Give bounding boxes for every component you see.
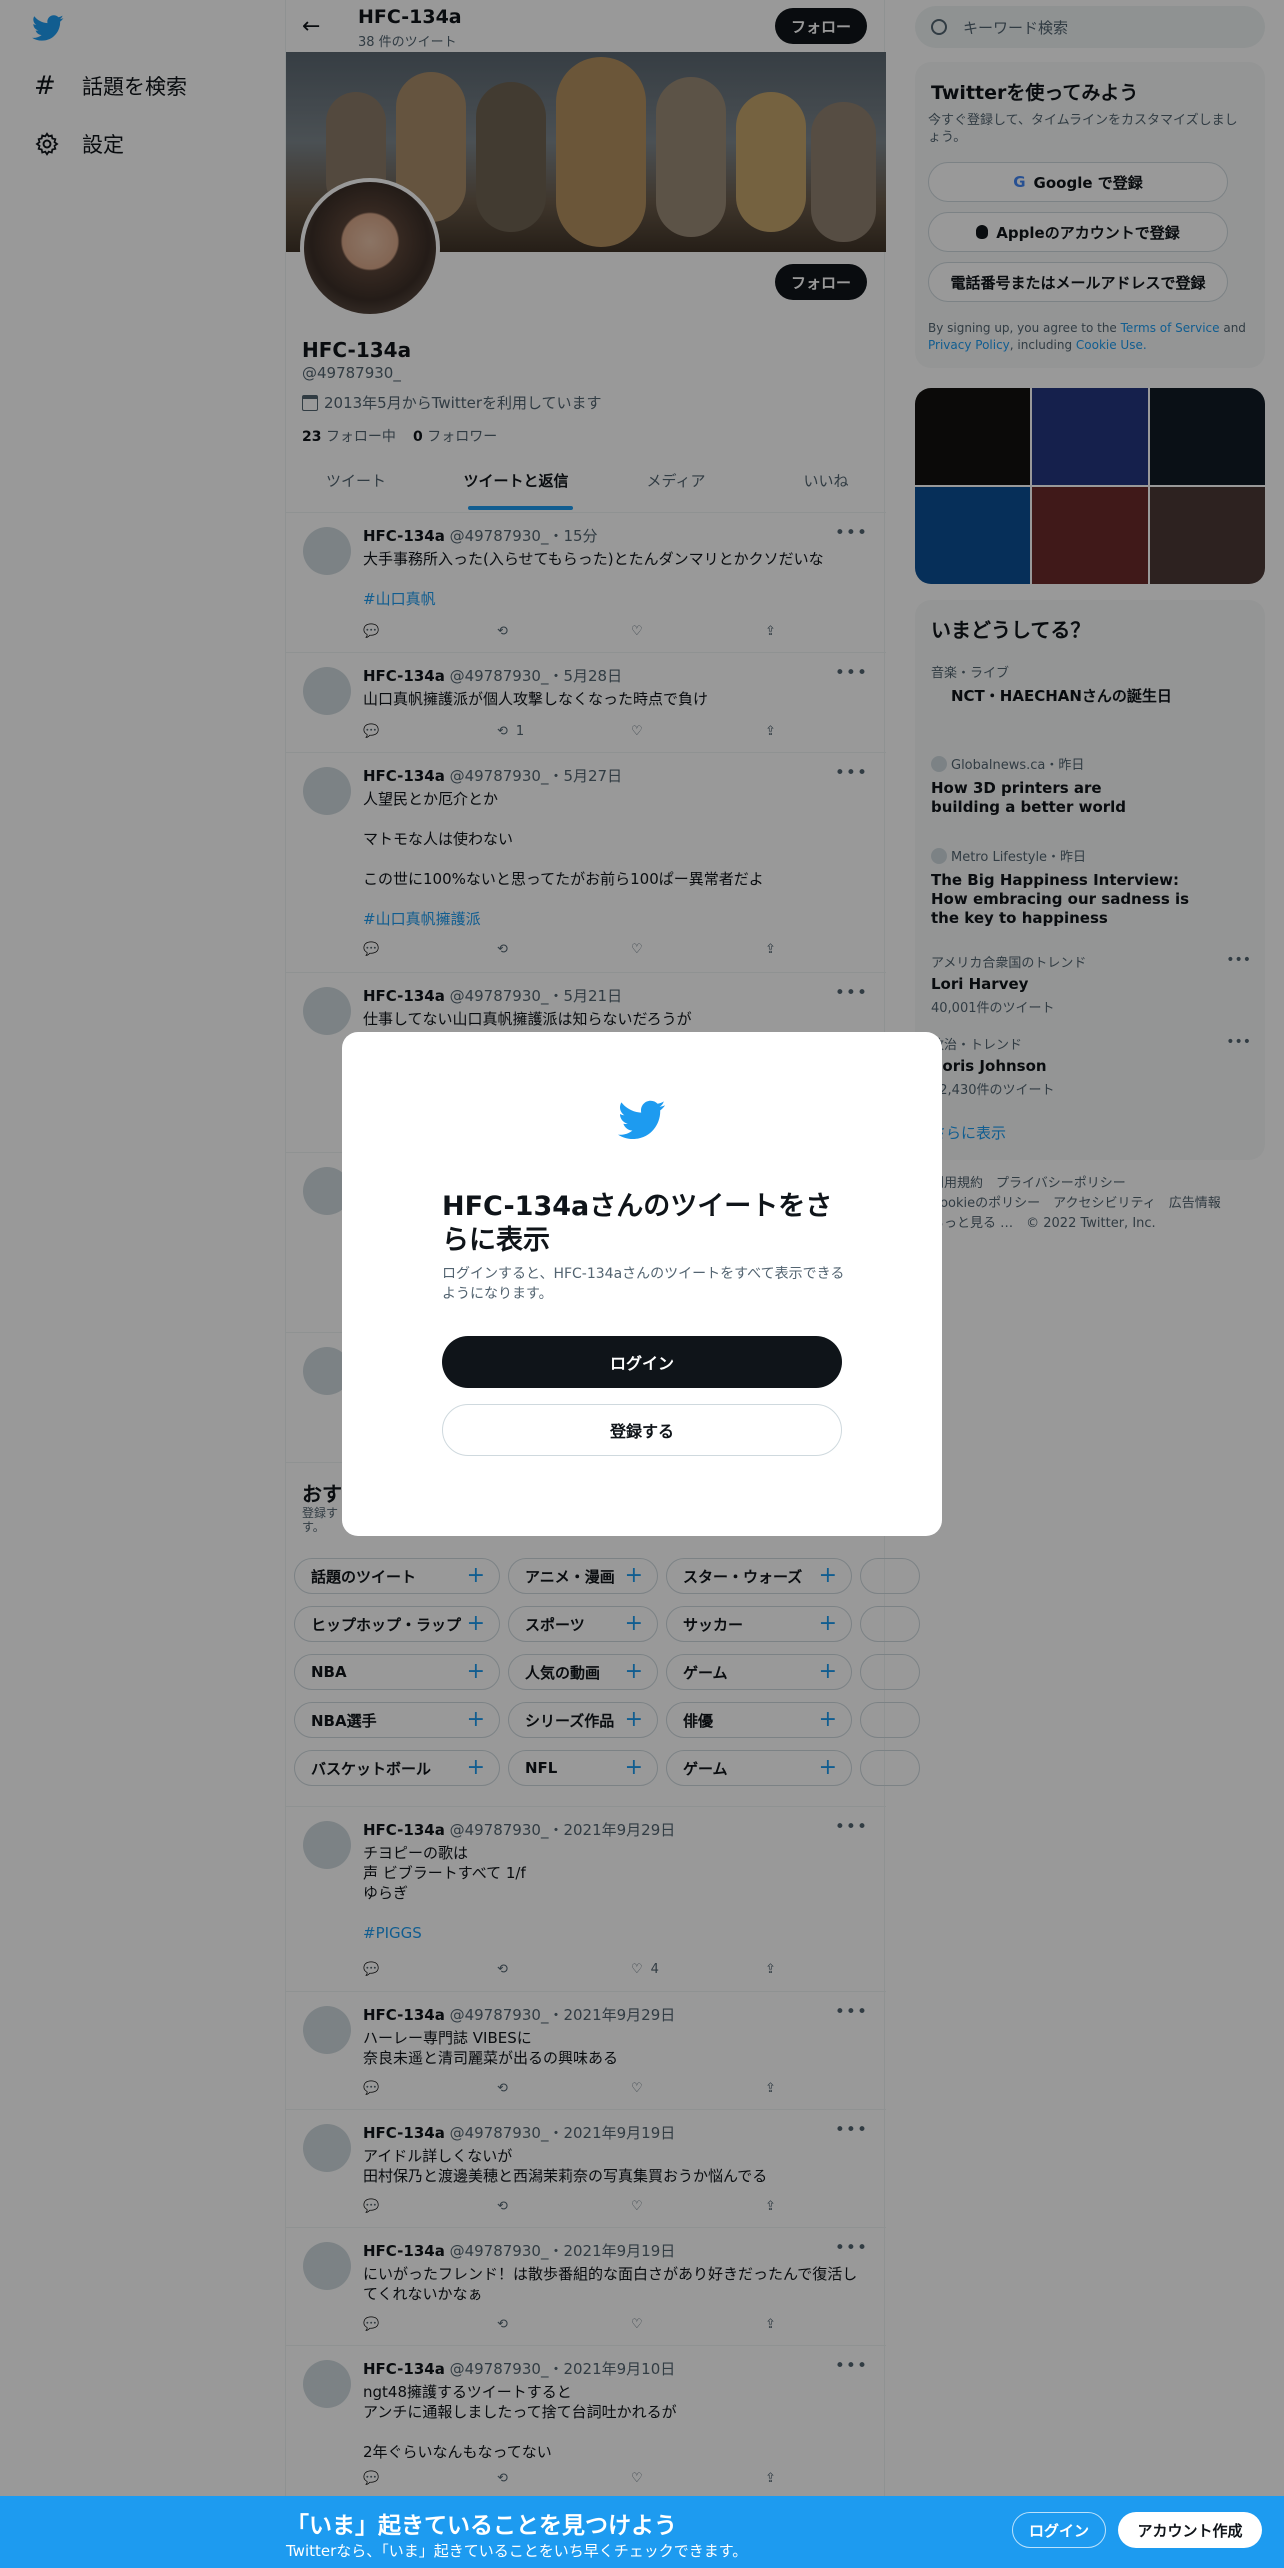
bottom-signup-button[interactable]: アカウント作成 — [1118, 2512, 1262, 2548]
bottom-subtitle: Twitterなら、「いま」起きていることをいち早くチェックできます。 — [286, 2542, 748, 2560]
modal-subtitle: ログインすると、HFC-134aさんのツイートをすべて表示できるようになります。 — [442, 1266, 845, 1302]
twitter-logo-icon — [618, 1096, 666, 1144]
modal-login-button[interactable]: ログイン — [442, 1336, 842, 1388]
login-modal: HFC-134aさんのツイートをさらに表示 ログインすると、HFC-134aさん… — [342, 1032, 942, 1536]
modal-signup-button[interactable]: 登録する — [442, 1404, 842, 1456]
bottom-login-button[interactable]: ログイン — [1012, 2512, 1106, 2548]
bottom-title: 「いま」起きていることを見つけよう — [286, 2513, 677, 2539]
modal-title: HFC-134aさんのツイートをさらに表示 — [442, 1191, 833, 1256]
bottom-signup-bar: 「いま」起きていることを見つけよう Twitterなら、「いま」起きていることを… — [0, 2496, 1284, 2568]
